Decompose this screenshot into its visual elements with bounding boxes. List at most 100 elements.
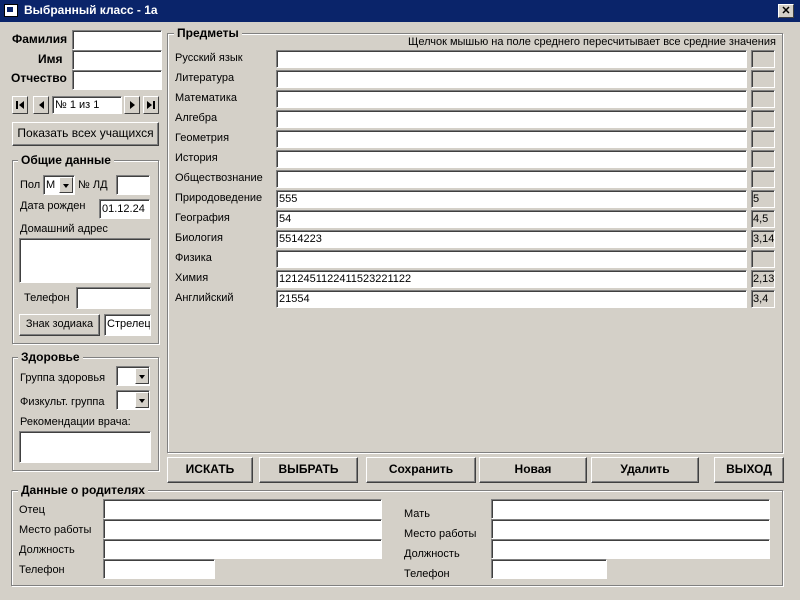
- subject-average-field[interactable]: 5: [751, 190, 775, 208]
- subject-grades-field[interactable]: [276, 90, 747, 108]
- mother-work-field[interactable]: [491, 519, 770, 539]
- subject-grades-field[interactable]: [276, 130, 747, 148]
- patronymic-field[interactable]: [72, 70, 162, 90]
- subject-name: Биология: [175, 232, 224, 244]
- mother-phone-field[interactable]: [491, 559, 607, 579]
- firstname-field[interactable]: [72, 50, 162, 70]
- subject-name: Английский: [175, 292, 234, 304]
- subject-average-field[interactable]: [751, 50, 775, 68]
- first-record-button[interactable]: [12, 96, 28, 114]
- mother-position-field[interactable]: [491, 539, 770, 559]
- subject-grades-field[interactable]: [276, 250, 747, 268]
- mother-label: Мать: [404, 508, 430, 520]
- mother-phone-label: Телефон: [404, 568, 450, 580]
- title-bar: Выбранный класс - 1а ✕: [0, 0, 800, 22]
- subject-average-field[interactable]: 3,14: [751, 230, 775, 248]
- save-button[interactable]: Сохранить: [366, 457, 476, 483]
- father-work-label: Место работы: [19, 524, 92, 536]
- firstname-label: Имя: [38, 52, 63, 66]
- lastname-field[interactable]: [72, 30, 162, 50]
- parents-title: Данные о родителях: [18, 483, 148, 497]
- subject-average-field[interactable]: [751, 130, 775, 148]
- subject-name: Природоведение: [175, 192, 263, 204]
- window-title: Выбранный класс - 1а: [24, 3, 158, 17]
- subject-average-field[interactable]: 3,4: [751, 290, 775, 308]
- lastname-label: Фамилия: [12, 32, 68, 46]
- mother-work-label: Место работы: [404, 528, 477, 540]
- subject-average-field[interactable]: [751, 110, 775, 128]
- father-field[interactable]: [103, 499, 382, 519]
- next-record-icon: [130, 101, 135, 109]
- record-position: № 1 из 1: [52, 96, 122, 114]
- zodiac-field[interactable]: Стрелец: [104, 314, 151, 336]
- subject-name: Алгебра: [175, 112, 218, 124]
- subject-name: Геометрия: [175, 132, 230, 144]
- subject-grades-field[interactable]: 1212451122411523221122: [276, 270, 747, 288]
- app-icon: [4, 4, 18, 17]
- subject-grades-field[interactable]: 5514223: [276, 230, 747, 248]
- father-position-label: Должность: [19, 544, 75, 556]
- mother-position-label: Должность: [404, 548, 460, 560]
- doctor-label: Рекомендации врача:: [20, 416, 131, 428]
- general-data-title: Общие данные: [18, 153, 114, 167]
- address-label: Домашний адрес: [20, 223, 108, 235]
- subject-average-field[interactable]: [751, 170, 775, 188]
- health-title: Здоровье: [18, 350, 83, 364]
- subject-grades-field[interactable]: [276, 110, 747, 128]
- subject-grades-field[interactable]: [276, 170, 747, 188]
- close-button[interactable]: ✕: [778, 4, 794, 18]
- subject-grades-field[interactable]: 555: [276, 190, 747, 208]
- first-record-icon: [16, 101, 24, 109]
- patronymic-label: Отчество: [11, 71, 67, 85]
- subject-grades-field[interactable]: 54: [276, 210, 747, 228]
- subject-name: История: [175, 152, 218, 164]
- address-field[interactable]: [19, 238, 151, 283]
- pe-group-label: Физкульт. группа: [20, 396, 105, 408]
- subject-grades-field[interactable]: 21554: [276, 290, 747, 308]
- doctor-field[interactable]: [19, 431, 151, 463]
- subject-average-field[interactable]: [751, 250, 775, 268]
- prev-record-icon: [39, 101, 44, 109]
- last-record-button[interactable]: [143, 96, 159, 114]
- subject-name: Обществознание: [175, 172, 263, 184]
- select-button[interactable]: ВЫБРАТЬ: [259, 457, 358, 483]
- gender-label: Пол: [20, 179, 41, 191]
- father-phone-label: Телефон: [19, 564, 65, 576]
- gender-dropdown-icon[interactable]: [59, 177, 73, 193]
- mother-field[interactable]: [491, 499, 770, 519]
- subject-average-field[interactable]: [751, 70, 775, 88]
- zodiac-button[interactable]: Знак зодиака: [19, 314, 100, 336]
- subject-name: Математика: [175, 92, 237, 104]
- phone-field[interactable]: [76, 287, 151, 309]
- pe-group-dropdown-icon[interactable]: [135, 392, 149, 408]
- father-work-field[interactable]: [103, 519, 382, 539]
- father-phone-field[interactable]: [103, 559, 215, 579]
- subject-average-field[interactable]: [751, 150, 775, 168]
- search-button[interactable]: ИСКАТЬ: [167, 457, 253, 483]
- new-button[interactable]: Новая: [479, 457, 587, 483]
- ld-field[interactable]: [116, 175, 150, 195]
- subject-average-field[interactable]: 4,5: [751, 210, 775, 228]
- subjects-title: Предметы: [174, 26, 242, 40]
- prev-record-button[interactable]: [33, 96, 49, 114]
- subject-average-field[interactable]: 2,13: [751, 270, 775, 288]
- phone-label: Телефон: [24, 292, 70, 304]
- subject-name: География: [175, 212, 230, 224]
- birthdate-field[interactable]: 01.12.24: [99, 199, 150, 219]
- subject-name: Физика: [175, 252, 212, 264]
- subject-name: Литература: [175, 72, 235, 84]
- subject-grades-field[interactable]: [276, 50, 747, 68]
- subject-name: Русский язык: [175, 52, 243, 64]
- subject-average-field[interactable]: [751, 90, 775, 108]
- exit-button[interactable]: ВЫХОД: [714, 457, 784, 483]
- show-all-students-button[interactable]: Показать всех учащихся: [12, 122, 159, 146]
- health-group-dropdown-icon[interactable]: [135, 368, 149, 384]
- subject-grades-field[interactable]: [276, 70, 747, 88]
- last-record-icon: [147, 101, 155, 109]
- delete-button[interactable]: Удалить: [591, 457, 699, 483]
- father-label: Отец: [19, 504, 45, 516]
- next-record-button[interactable]: [124, 96, 140, 114]
- subject-name: Химия: [175, 272, 209, 284]
- subject-grades-field[interactable]: [276, 150, 747, 168]
- father-position-field[interactable]: [103, 539, 382, 559]
